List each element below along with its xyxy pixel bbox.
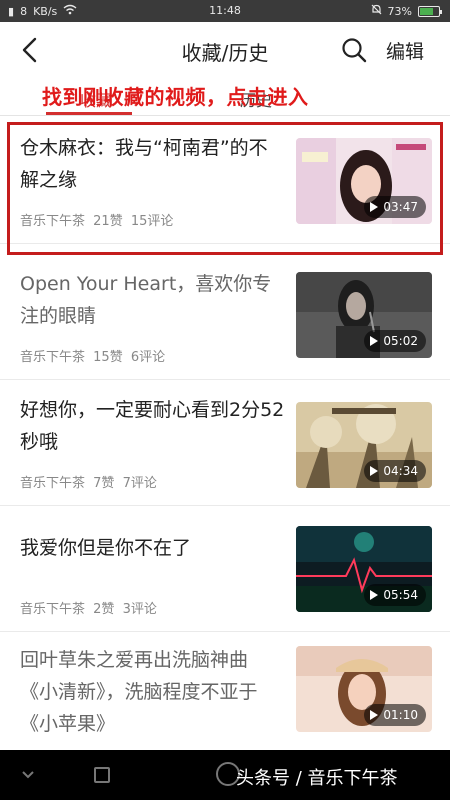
video-source: 音乐下午茶 bbox=[20, 350, 86, 365]
nav-back-button[interactable] bbox=[18, 764, 38, 784]
duration-badge: 05:54 bbox=[364, 584, 426, 606]
video-meta: 音乐下午茶 2赞 3评论 bbox=[20, 598, 157, 617]
video-duration: 01:10 bbox=[383, 708, 418, 722]
play-icon bbox=[370, 202, 379, 212]
page-title: 收藏/历史 bbox=[181, 41, 269, 65]
watermark: 头条号 / 音乐下午茶 bbox=[236, 768, 398, 789]
system-nav-bar: 头条号 / 音乐下午茶 bbox=[0, 750, 450, 800]
video-item[interactable]: Open Your Heart，喜欢你专注的眼睛 音乐下午茶 15赞 6评论 0… bbox=[0, 254, 450, 380]
duration-badge: 05:02 bbox=[364, 330, 426, 352]
video-comments: 6评论 bbox=[130, 350, 166, 365]
play-icon bbox=[370, 336, 379, 346]
video-item[interactable]: 仓木麻衣：我与“柯南君”的不解之缘 音乐下午茶 21赞 15评论 03:47 bbox=[0, 118, 450, 244]
video-item[interactable]: 好想你，一定要耐心看到2分52秒哦 音乐下午茶 7赞 7评论 04:34 bbox=[0, 380, 450, 506]
status-bar: ▮ 8 KB/s 11:48 73% bbox=[0, 0, 450, 22]
video-source: 音乐下午茶 bbox=[20, 214, 86, 229]
video-thumbnail[interactable]: 03:47 bbox=[296, 138, 432, 224]
video-duration: 05:02 bbox=[383, 334, 418, 348]
status-right: 73% bbox=[371, 4, 442, 18]
video-likes: 21赞 bbox=[93, 214, 123, 229]
video-title: 仓木麻衣：我与“柯南君”的不解之缘 bbox=[20, 137, 268, 191]
battery-percent: 73% bbox=[387, 4, 412, 18]
video-duration: 05:54 bbox=[383, 588, 418, 602]
video-comments: 3评论 bbox=[122, 602, 157, 617]
video-duration: 04:34 bbox=[383, 464, 418, 478]
video-likes: 7赞 bbox=[93, 476, 115, 491]
back-button[interactable] bbox=[14, 34, 46, 66]
back-arrow-icon bbox=[22, 37, 37, 63]
video-comments: 7评论 bbox=[122, 476, 157, 491]
video-source: 音乐下午茶 bbox=[20, 602, 86, 617]
video-title: 回叶草朱之爱再出洗脑神曲《小清新》，洗脑程度不亚于《小苹果》 bbox=[20, 649, 258, 735]
video-title: 好想你，一定要耐心看到2分52秒哦 bbox=[20, 399, 285, 453]
video-duration: 03:47 bbox=[383, 200, 418, 214]
play-icon bbox=[370, 710, 379, 720]
video-title: Open Your Heart，喜欢你专注的眼睛 bbox=[20, 273, 272, 327]
video-thumbnail[interactable]: 05:02 bbox=[296, 272, 432, 358]
video-thumbnail[interactable]: 05:54 bbox=[296, 526, 432, 612]
video-meta: 音乐下午茶 7赞 7评论 bbox=[20, 472, 157, 491]
video-source: 音乐下午茶 bbox=[20, 476, 86, 491]
battery-fill bbox=[420, 7, 434, 15]
video-meta: 音乐下午茶 21赞 15评论 bbox=[20, 210, 173, 229]
instruction-caption: 找到刚收藏的视频，点击进入 bbox=[42, 85, 309, 109]
search-button[interactable] bbox=[340, 36, 368, 64]
active-tab-indicator bbox=[46, 112, 132, 115]
search-icon bbox=[342, 38, 367, 63]
video-likes: 15赞 bbox=[93, 350, 123, 365]
edit-button[interactable]: 编辑 bbox=[386, 37, 424, 64]
video-thumbnail[interactable]: 04:34 bbox=[296, 402, 432, 488]
video-thumbnail[interactable]: 01:10 bbox=[296, 646, 432, 732]
battery-icon bbox=[418, 5, 442, 17]
duration-badge: 04:34 bbox=[364, 460, 426, 482]
video-likes: 2赞 bbox=[93, 602, 115, 617]
video-title: 我爱你但是你不在了 bbox=[20, 537, 192, 559]
video-item[interactable]: 回叶草朱之爱再出洗脑神曲《小清新》，洗脑程度不亚于《小苹果》 01:10 bbox=[0, 630, 450, 752]
app-bar: 收藏/历史 编辑 bbox=[0, 22, 450, 78]
video-meta: 音乐下午茶 15赞 6评论 bbox=[20, 346, 165, 365]
video-item[interactable]: 我爱你但是你不在了 音乐下午茶 2赞 3评论 05:54 bbox=[0, 506, 450, 632]
duration-badge: 01:10 bbox=[364, 704, 426, 726]
duration-badge: 03:47 bbox=[364, 196, 426, 218]
video-comments: 15评论 bbox=[130, 214, 174, 229]
recent-apps-button[interactable] bbox=[94, 767, 110, 783]
play-icon bbox=[370, 466, 379, 476]
chevron-down-icon bbox=[22, 771, 34, 779]
play-icon bbox=[370, 590, 379, 600]
alarm-off-icon bbox=[371, 4, 382, 18]
